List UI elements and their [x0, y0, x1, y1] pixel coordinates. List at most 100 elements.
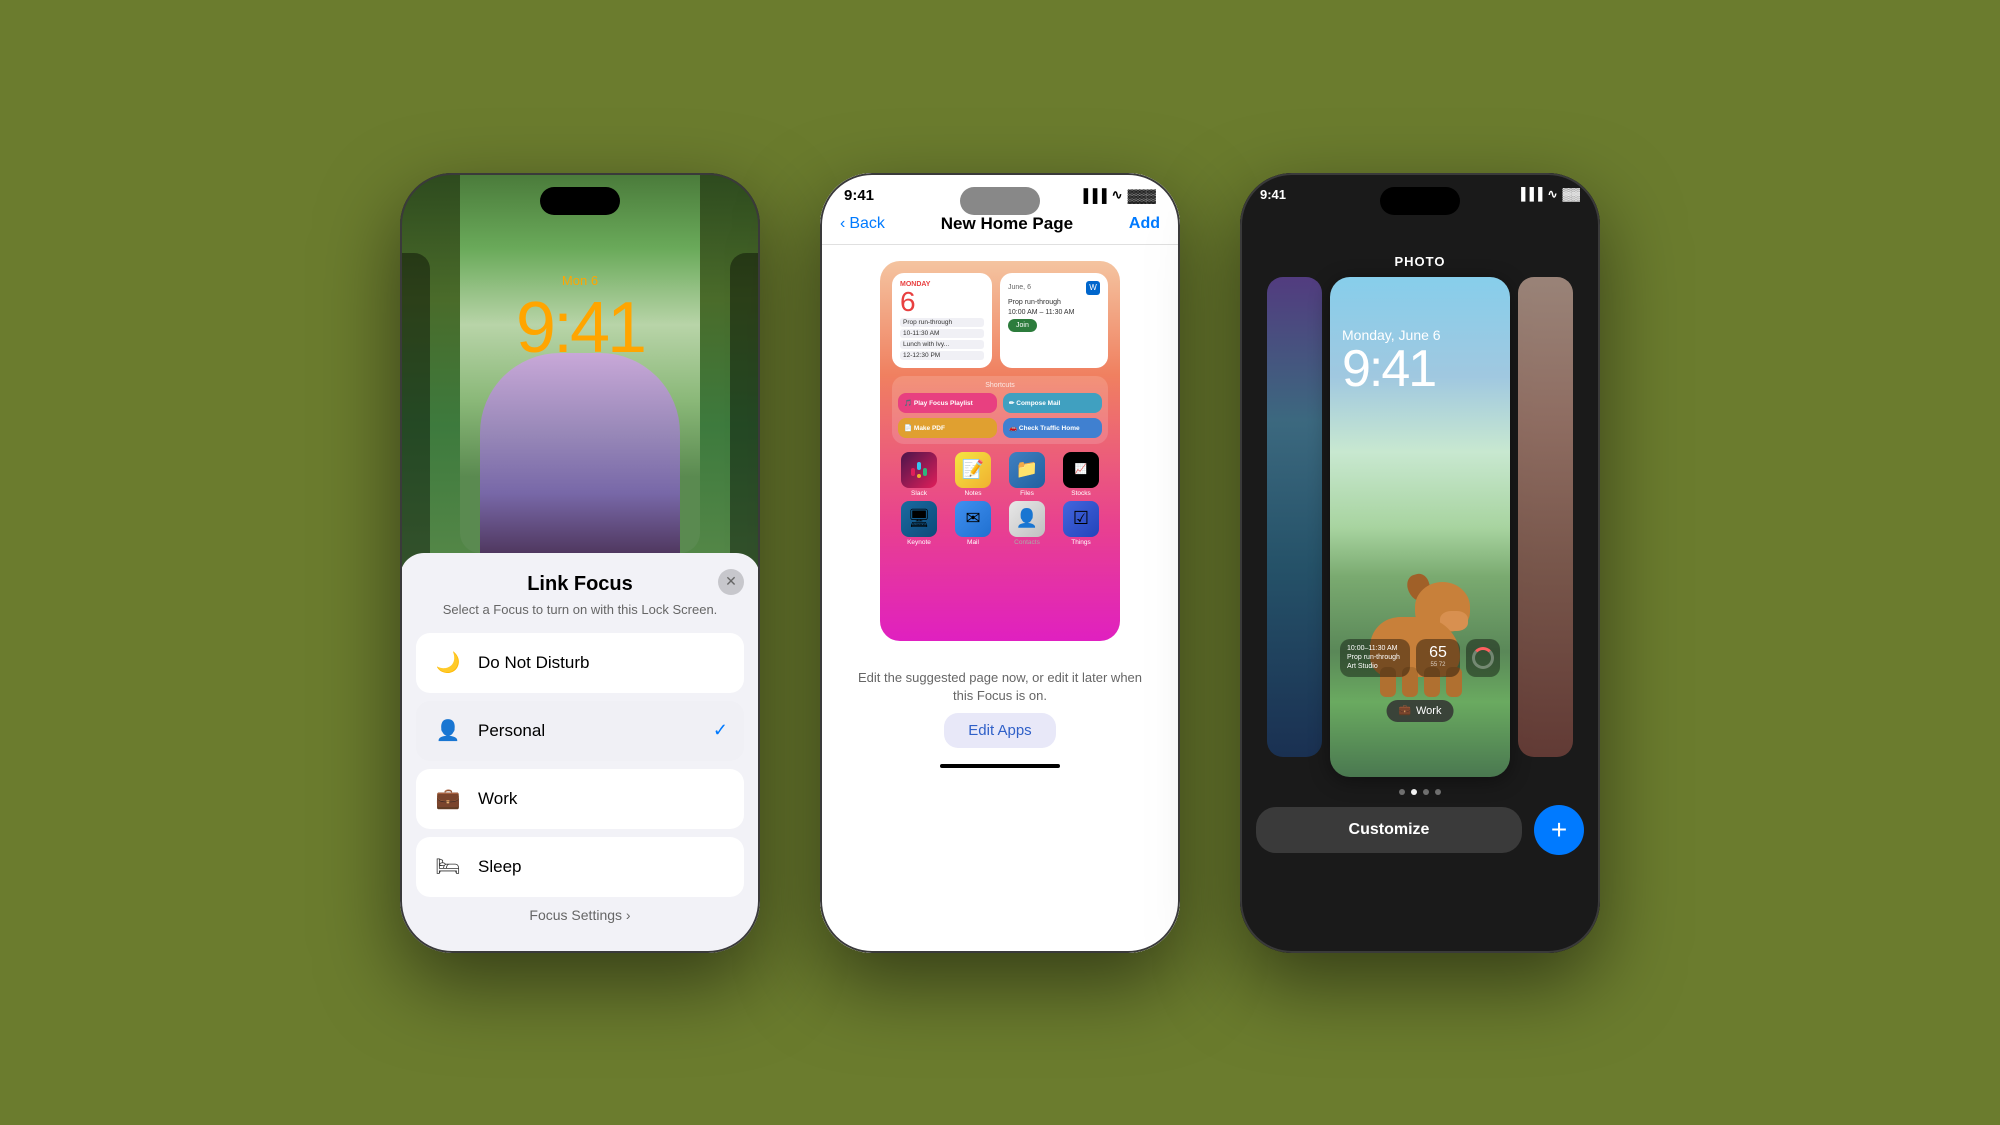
- widget-row: 10:00–11:30 AM Prop run-through Art Stud…: [1340, 639, 1500, 676]
- back-button[interactable]: ‹ Back: [840, 215, 885, 233]
- app-stocks[interactable]: 📈 Stocks: [1058, 452, 1104, 497]
- phone-3: 9:41 ▐▐▐ ∿ ▓▓ PHOTO: [1240, 173, 1600, 953]
- date-time-overlay: Monday, June 6 9:41: [1342, 327, 1498, 395]
- battery-icon: ▓▓▓: [1128, 188, 1156, 203]
- moon-icon: 🌙: [432, 647, 464, 679]
- back-label: Back: [849, 215, 885, 233]
- dynamic-island-2: [960, 187, 1040, 215]
- phone-2: 9:41 ▐▐▐ ∿ ▓▓▓ ‹ Back New Home Page Add …: [820, 173, 1180, 953]
- app-notes[interactable]: 📝 Notes: [950, 452, 996, 497]
- shortcuts-label: Shortcuts: [898, 382, 1102, 389]
- person-icon: 👤: [432, 715, 464, 747]
- wifi-icon: ∿: [1112, 187, 1123, 203]
- event-widget: 10:00–11:30 AM Prop run-through Art Stud…: [1340, 639, 1410, 676]
- work-badge: 💼 Work: [1387, 700, 1454, 722]
- status-time-2: 9:41: [844, 187, 874, 204]
- phone3-content: 9:41 ▐▐▐ ∿ ▓▓ PHOTO: [1240, 173, 1600, 953]
- keynote-icon: 🖥: [901, 501, 937, 537]
- link-focus-modal: ✕ Link Focus Select a Focus to turn on w…: [400, 553, 760, 953]
- focus-item-do-not-disturb[interactable]: 🌙 Do Not Disturb: [416, 633, 744, 693]
- phone-1: Mon 6 9:41 ✕ Link Focus Select a Focus t…: [400, 173, 760, 953]
- temp-widget: 65 55 72: [1416, 639, 1460, 676]
- status-time-3: 9:41: [1260, 187, 1286, 202]
- stocks-icon: 📈: [1063, 452, 1099, 488]
- main-wallpaper-panel: Monday, June 6 9:41 10:00–11:30 AM Prop …: [1330, 277, 1510, 777]
- checkmark-icon: ✓: [713, 720, 728, 741]
- dynamic-island-3: [1380, 187, 1460, 215]
- app-things[interactable]: ☑ Things: [1058, 501, 1104, 546]
- wallpaper-panels: Monday, June 6 9:41 10:00–11:30 AM Prop …: [1240, 277, 1600, 777]
- focus-item-personal[interactable]: 👤 Personal ✓: [416, 701, 744, 761]
- shortcuts-row-2: 📄 Make PDF 🚗 Check Traffic Home: [898, 418, 1102, 438]
- cal-event-time-1: 10-11:30 AM: [900, 329, 984, 338]
- files-icon: 📁: [1009, 452, 1045, 488]
- shortcut-make-pdf[interactable]: 📄 Make PDF: [898, 418, 997, 438]
- shortcut-play-playlist[interactable]: 🎵 Play Focus Playlist: [898, 393, 997, 413]
- add-button-3[interactable]: +: [1534, 805, 1584, 855]
- cal-event-1: Prop run-through: [900, 318, 984, 327]
- event-name: Prop run-through: [1347, 653, 1403, 662]
- slack-label: Slack: [911, 490, 927, 497]
- apps-grid-1: Slack 📝 Notes 📁 Files 📈 Stocks: [892, 452, 1108, 497]
- app-slack[interactable]: Slack: [896, 452, 942, 497]
- webex-time: 10:00 AM – 11:30 AM: [1008, 309, 1100, 316]
- notes-label: Notes: [965, 490, 982, 497]
- widget-row-top: MONDAY 6 Prop run-through 10-11:30 AM Lu…: [892, 273, 1108, 368]
- mail-label: Mail: [967, 539, 979, 546]
- slack-icon: [901, 452, 937, 488]
- webex-icon: W: [1086, 281, 1100, 295]
- phone1-content: Mon 6 9:41 ✕ Link Focus Select a Focus t…: [400, 173, 760, 953]
- app-contacts[interactable]: 👤 Contacts: [1004, 501, 1050, 546]
- contacts-label: Contacts: [1014, 539, 1040, 546]
- focus-label-sleep: Sleep: [478, 857, 728, 877]
- app-keynote[interactable]: 🖥 Keynote: [896, 501, 942, 546]
- phone1-date: Mon 6: [400, 273, 760, 288]
- dot-1: [1399, 789, 1405, 795]
- description-text: Edit the suggested page now, or edit it …: [820, 657, 1180, 713]
- side-panel-right-3: [1518, 277, 1573, 757]
- dynamic-island-1: [540, 187, 620, 215]
- chevron-left-icon: ‹: [840, 215, 845, 233]
- join-button[interactable]: Join: [1008, 319, 1037, 332]
- work-badge-label: Work: [1416, 705, 1441, 717]
- focus-item-work[interactable]: 💼 Work: [416, 769, 744, 829]
- home-indicator: [940, 764, 1060, 768]
- customize-button[interactable]: Customize: [1256, 807, 1522, 853]
- app-files[interactable]: 📁 Files: [1004, 452, 1050, 497]
- webex-date: June, 6: [1008, 284, 1031, 291]
- briefcase-icon: 💼: [432, 783, 464, 815]
- signal-icon-3: ▐▐▐: [1517, 187, 1543, 202]
- focus-item-sleep[interactable]: 🛏 Sleep: [416, 837, 744, 897]
- modal-title: Link Focus: [416, 573, 744, 596]
- dot-2: [1411, 789, 1417, 795]
- status-icons: ▐▐▐ ∿ ▓▓▓: [1079, 187, 1156, 203]
- lock-widgets: 10:00–11:30 AM Prop run-through Art Stud…: [1340, 633, 1500, 676]
- files-label: Files: [1020, 490, 1034, 497]
- phone2-content: 9:41 ▐▐▐ ∿ ▓▓▓ ‹ Back New Home Page Add …: [820, 173, 1180, 953]
- webex-event: Prop run-through: [1008, 299, 1100, 306]
- notes-icon: 📝: [955, 452, 991, 488]
- battery-icon-3: ▓▓: [1563, 187, 1581, 202]
- edit-apps-button[interactable]: Edit Apps: [944, 713, 1055, 748]
- focus-settings-link[interactable]: Focus Settings ›: [416, 907, 744, 923]
- cal-event-2: Lunch with Ivy...: [900, 340, 984, 349]
- modal-close-button[interactable]: ✕: [718, 569, 744, 595]
- shortcut-traffic[interactable]: 🚗 Check Traffic Home: [1003, 418, 1102, 438]
- girls-silhouette: [480, 353, 680, 553]
- add-button[interactable]: Add: [1129, 215, 1160, 233]
- app-mail[interactable]: ✉ Mail: [950, 501, 996, 546]
- cal-day-number: 6: [900, 288, 984, 316]
- cal-event-time-2: 12-12:30 PM: [900, 351, 984, 360]
- stocks-label: Stocks: [1071, 490, 1091, 497]
- focus-label-do-not-disturb: Do Not Disturb: [478, 653, 728, 673]
- phone1-clock: 9:41: [400, 292, 760, 364]
- keynote-label: Keynote: [907, 539, 931, 546]
- contacts-icon: 👤: [1009, 501, 1045, 537]
- focus-label-work: Work: [478, 789, 728, 809]
- page-title: New Home Page: [941, 214, 1073, 234]
- activity-widget: [1466, 639, 1500, 676]
- shortcuts-row-1: 🎵 Play Focus Playlist ✏ Compose Mail: [898, 393, 1102, 413]
- things-icon: ☑: [1063, 501, 1099, 537]
- lock-clock: 9:41: [1342, 343, 1498, 395]
- shortcut-compose-mail[interactable]: ✏ Compose Mail: [1003, 393, 1102, 413]
